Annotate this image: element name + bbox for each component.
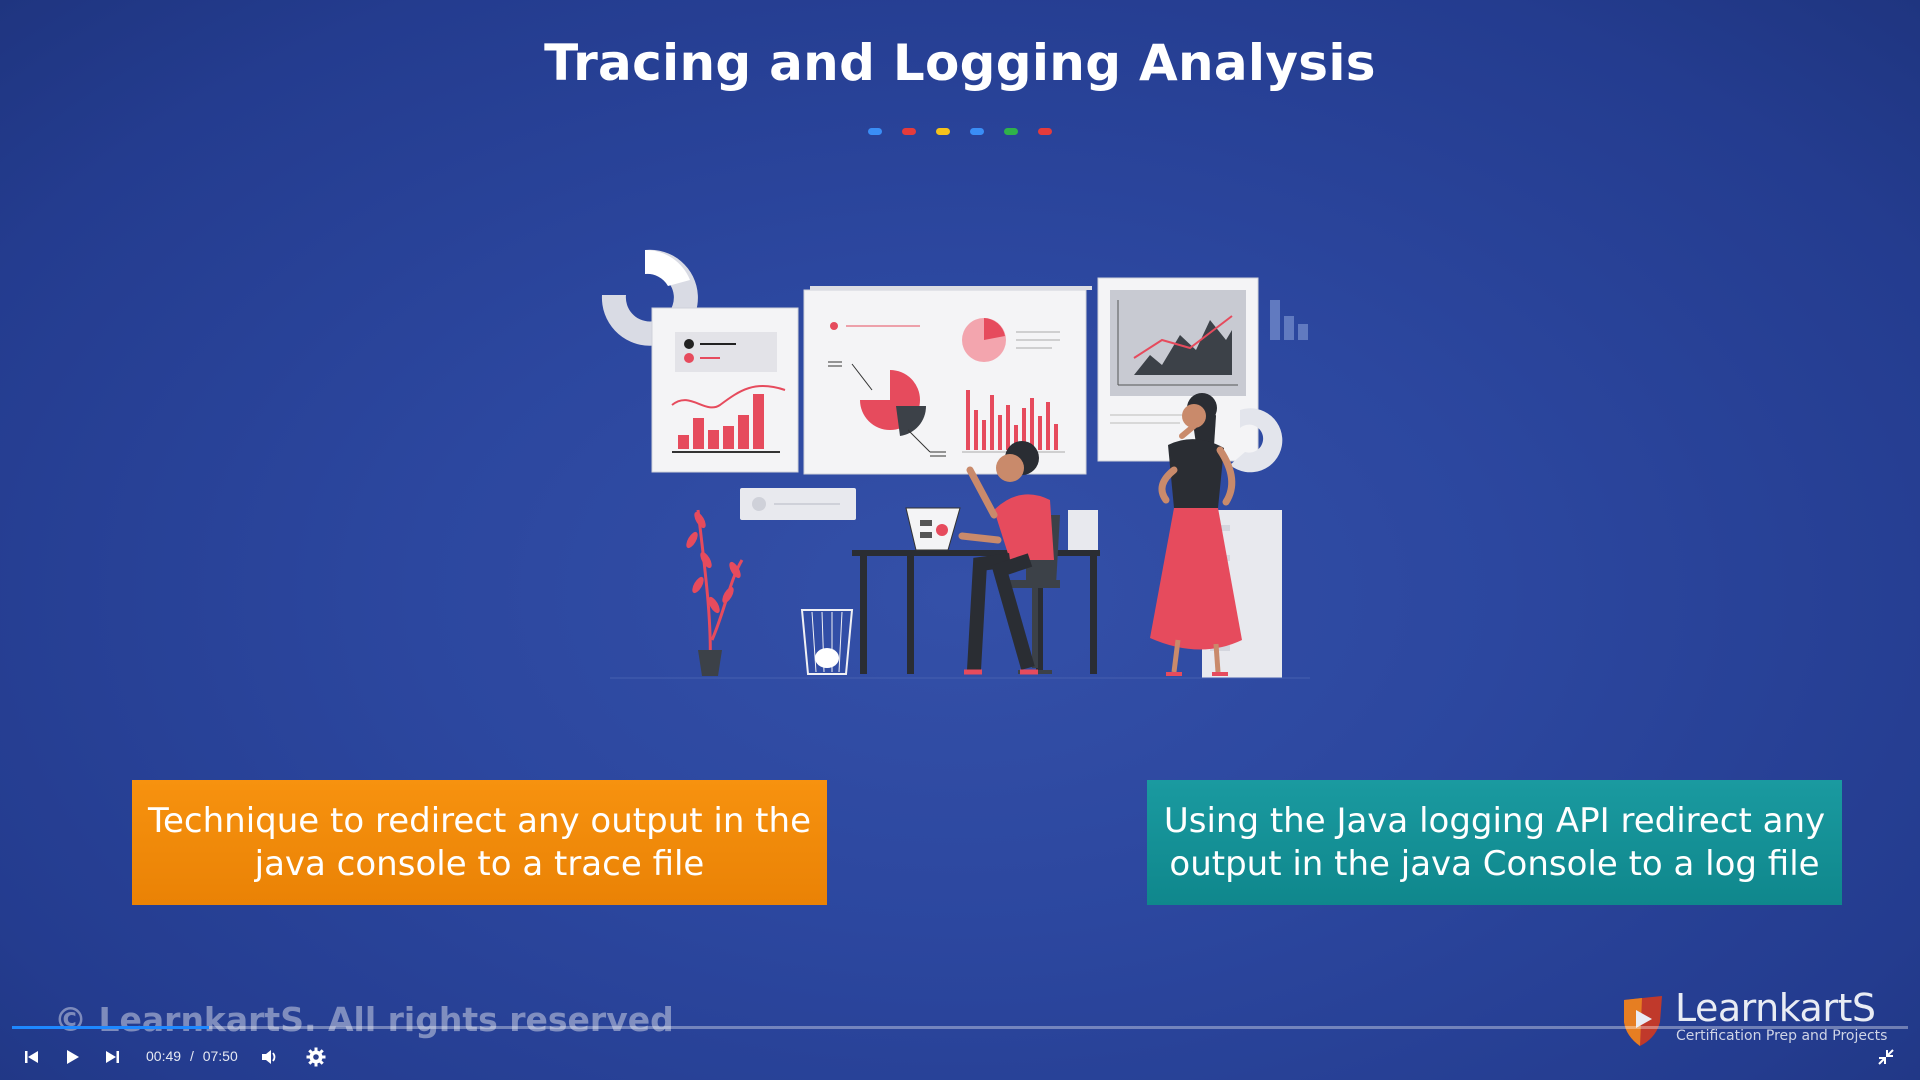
progress-bar[interactable] bbox=[12, 1026, 1908, 1029]
skip-back-button[interactable] bbox=[16, 1040, 48, 1074]
slide-title: Tracing and Logging Analysis bbox=[544, 34, 1376, 92]
duration: 07:50 bbox=[202, 1048, 238, 1064]
dot bbox=[902, 128, 916, 135]
player-controls: 00:49 / 07:50 bbox=[0, 1040, 1920, 1074]
info-box-line: java console to a trace file bbox=[254, 843, 705, 884]
info-box-logging: Using the Java logging API redirect any … bbox=[1147, 780, 1842, 905]
info-box-line: Technique to redirect any output in the bbox=[148, 800, 811, 841]
skip-forward-button[interactable] bbox=[96, 1040, 128, 1074]
dot bbox=[868, 128, 882, 135]
dot bbox=[970, 128, 984, 135]
progress-fill bbox=[12, 1026, 210, 1029]
dot bbox=[1038, 128, 1052, 135]
logo-name: LearnkartS bbox=[1675, 986, 1876, 1030]
play-icon bbox=[67, 1050, 79, 1064]
copyright-watermark: © LearnkartS. All rights reserved bbox=[54, 1000, 674, 1039]
volume-button[interactable] bbox=[254, 1040, 286, 1074]
dot bbox=[1004, 128, 1018, 135]
time-separator: / bbox=[189, 1048, 194, 1064]
analytics-illustration bbox=[601, 249, 1310, 679]
dot bbox=[936, 128, 950, 135]
info-box-trace: Technique to redirect any output in the … bbox=[132, 780, 827, 905]
settings-icon bbox=[306, 1047, 326, 1067]
current-time: 00:49 bbox=[146, 1048, 182, 1064]
panel-center bbox=[803, 289, 1087, 475]
skip-back-icon bbox=[25, 1051, 38, 1063]
info-box-line: output in the java Console to a log file bbox=[1169, 843, 1820, 884]
volume-icon bbox=[262, 1050, 276, 1064]
exit-fullscreen-icon bbox=[1878, 1049, 1894, 1065]
settings-button[interactable] bbox=[300, 1040, 332, 1074]
time-display: 00:49 / 07:50 bbox=[146, 1048, 243, 1064]
skip-forward-icon bbox=[106, 1051, 119, 1063]
exit-fullscreen-button[interactable] bbox=[1870, 1040, 1902, 1074]
play-button[interactable] bbox=[56, 1040, 88, 1074]
info-box-line: Using the Java logging API redirect any bbox=[1163, 800, 1826, 841]
decorative-dots bbox=[0, 128, 1920, 135]
